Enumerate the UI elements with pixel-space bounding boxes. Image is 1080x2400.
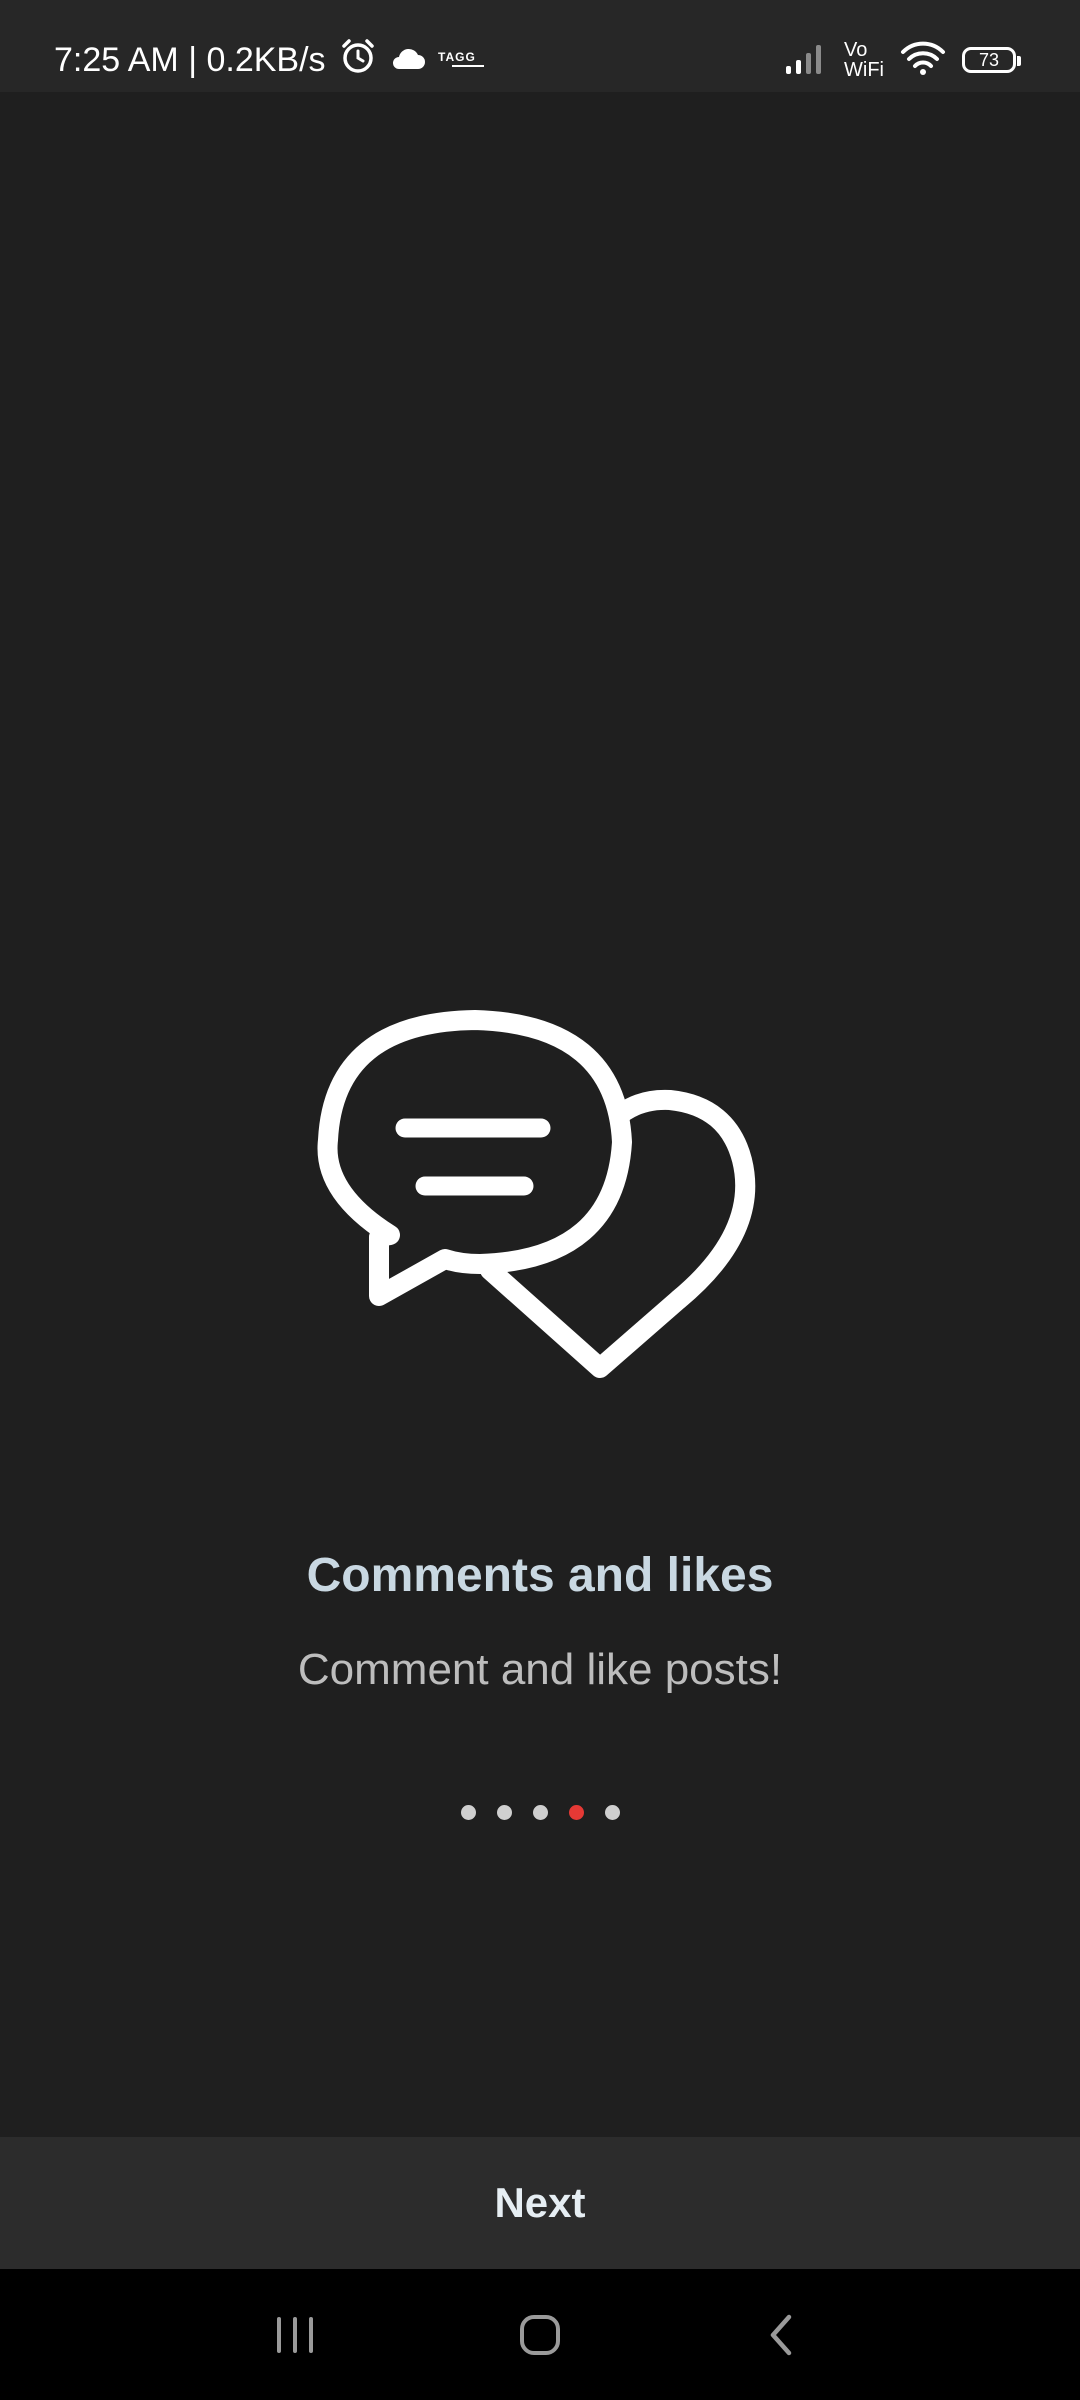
page-dot-2 bbox=[496, 1805, 512, 1820]
tagg-logo-text: TAGG bbox=[438, 50, 476, 64]
page-dot-5 bbox=[604, 1805, 620, 1820]
wifi-icon bbox=[900, 40, 946, 81]
page-dot-1 bbox=[460, 1805, 476, 1820]
page-dot-3 bbox=[532, 1805, 548, 1820]
alarm-icon bbox=[338, 36, 378, 85]
comment-heart-icon bbox=[310, 1000, 770, 1390]
signal-icon bbox=[784, 40, 828, 81]
recent-apps-icon[interactable] bbox=[225, 2269, 365, 2400]
back-icon[interactable] bbox=[711, 2269, 851, 2400]
status-left: 7:25 AM | 0.2KB/s TAGG bbox=[54, 0, 490, 120]
vowifi-label: Vo WiFi bbox=[844, 39, 884, 81]
page-dot-4-active bbox=[568, 1805, 584, 1820]
status-time-speed: 7:25 AM | 0.2KB/s bbox=[54, 40, 326, 79]
battery-level: 73 bbox=[978, 49, 1000, 70]
status-right: Vo WiFi 73 bbox=[784, 0, 1021, 120]
onboarding-subtitle: Comment and like posts! bbox=[297, 1645, 783, 1694]
home-icon[interactable] bbox=[470, 2269, 610, 2400]
next-button[interactable]: Next bbox=[0, 2137, 1080, 2269]
next-button-label: Next bbox=[494, 2179, 586, 2226]
onboarding-screen: 7:25 AM | 0.2KB/s TAGG Vo WiFi 73 Commen… bbox=[0, 0, 1080, 2400]
system-nav-bar bbox=[0, 2269, 1080, 2400]
status-bar: 7:25 AM | 0.2KB/s TAGG Vo WiFi 73 bbox=[0, 0, 1080, 92]
battery-indicator: 73 bbox=[962, 47, 1021, 73]
cloud-icon bbox=[390, 41, 426, 80]
onboarding-title: Comments and likes bbox=[306, 1549, 774, 1602]
page-indicator bbox=[0, 1805, 1080, 1820]
tagg-icon: TAGG bbox=[438, 41, 490, 80]
